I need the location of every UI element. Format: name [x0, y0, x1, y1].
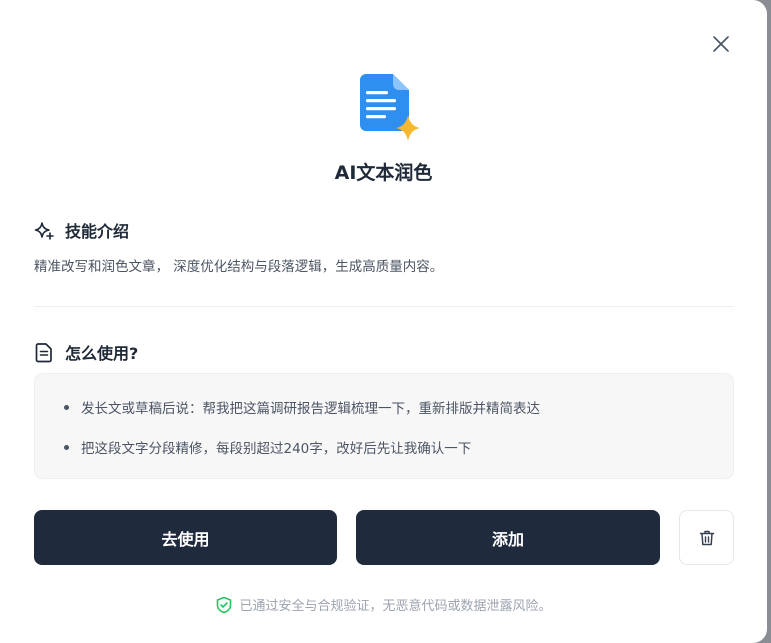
skill-dialog: AI文本润色 技能介绍 精准改写和润色文章， 深度优化结构与段落逻辑，生成高质量… [0, 0, 767, 643]
security-note-text: 已通过安全与合规验证，无恶意代码或数据泄露风险。 [239, 599, 552, 614]
usage-examples: 发长文或草稿后说：帮我把这篇调研报告逻辑梳理一下，重新排版并精简表达 把这段文字… [34, 373, 734, 479]
document-sparkle-icon [356, 71, 422, 141]
usage-heading: 怎么使用? [34, 340, 138, 364]
shield-check-icon [215, 596, 233, 614]
delete-button[interactable] [679, 510, 734, 565]
document-icon [34, 341, 56, 363]
dialog-title: AI文本润色 [334, 162, 433, 184]
close-icon [713, 36, 729, 52]
usage-heading-label: 怎么使用? [65, 344, 139, 363]
skill-heading: 技能介绍 [34, 218, 129, 242]
usage-example: 把这段文字分段精修，每段别超过240字，改好后先让我确认一下 [63, 437, 471, 457]
trash-icon [699, 530, 714, 545]
skill-heading-label: 技能介绍 [65, 222, 130, 241]
usage-example: 发长文或草稿后说：帮我把这篇调研报告逻辑梳理一下，重新排版并精简表达 [64, 397, 540, 417]
sparkle-icon [34, 219, 56, 241]
close-button[interactable] [707, 30, 735, 58]
divider [34, 306, 734, 307]
use-button[interactable]: 去使用 [34, 510, 337, 565]
security-note: 已通过安全与合规验证，无恶意代码或数据泄露风险。 [0, 595, 767, 614]
add-button[interactable]: 添加 [356, 510, 660, 565]
skill-description: 精准改写和润色文章， 深度优化结构与段落逻辑，生成高质量内容。 [34, 259, 444, 275]
